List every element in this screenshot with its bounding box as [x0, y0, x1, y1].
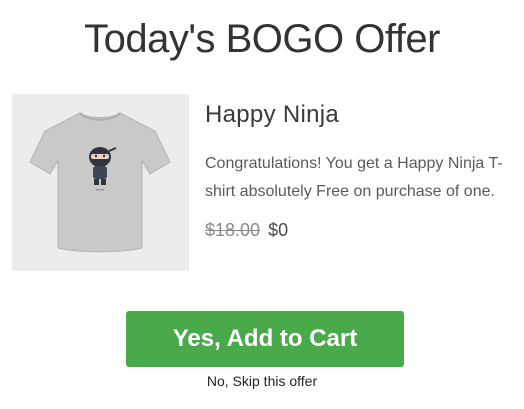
- price-row: $18.00 $0: [205, 218, 288, 242]
- original-price: $18.00: [205, 220, 261, 240]
- skip-offer-link[interactable]: No, Skip this offer: [0, 372, 524, 390]
- tshirt-ninja-image: [29, 112, 171, 253]
- product-description: Congratulations! You get a Happy Ninja T…: [205, 155, 503, 200]
- offer-price: $0: [268, 220, 289, 240]
- offer-title: Today's BOGO Offer: [84, 17, 440, 61]
- product-name: Happy Ninja: [205, 101, 340, 128]
- product-image: [12, 94, 189, 271]
- bogo-offer-popup: Today's BOGO Offer Happy Ninja Congratul…: [0, 0, 524, 409]
- add-to-cart-button[interactable]: Yes, Add to Cart: [126, 311, 404, 367]
